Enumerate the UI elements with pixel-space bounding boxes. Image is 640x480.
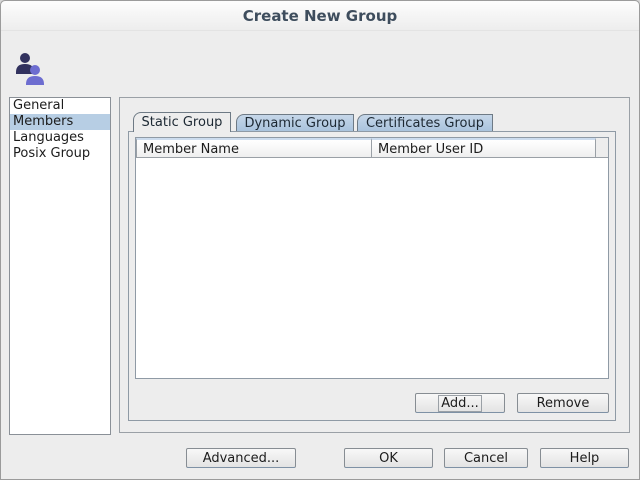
tab-certificates-group[interactable]: Certificates Group bbox=[357, 114, 493, 131]
dialog-titlebar: Create New Group bbox=[1, 1, 639, 31]
category-list: General Members Languages Posix Group bbox=[9, 97, 111, 435]
ok-button[interactable]: OK bbox=[344, 448, 433, 468]
create-new-group-dialog: Create New Group General Members Languag… bbox=[0, 0, 640, 480]
remove-member-button[interactable]: Remove bbox=[517, 393, 609, 413]
category-item-members[interactable]: Members bbox=[10, 114, 110, 130]
create-group-icon bbox=[14, 51, 46, 87]
members-table-body[interactable] bbox=[136, 158, 608, 378]
column-header-member-user-id[interactable]: Member User ID bbox=[372, 138, 596, 158]
members-table-header: Member Name Member User ID bbox=[136, 138, 608, 158]
cancel-button[interactable]: Cancel bbox=[444, 448, 528, 468]
category-item-posix-group[interactable]: Posix Group bbox=[10, 146, 110, 162]
add-member-button[interactable]: Add... bbox=[415, 393, 505, 413]
dialog-title: Create New Group bbox=[243, 7, 398, 25]
add-member-button-label: Add... bbox=[438, 395, 482, 412]
help-button[interactable]: Help bbox=[540, 448, 629, 468]
table-header-corner bbox=[596, 138, 608, 158]
category-item-general[interactable]: General bbox=[10, 98, 110, 114]
static-group-tab-panel: Member Name Member User ID Add... Remove bbox=[128, 131, 616, 421]
category-item-languages[interactable]: Languages bbox=[10, 130, 110, 146]
tab-static-group[interactable]: Static Group bbox=[133, 112, 231, 132]
column-header-member-name[interactable]: Member Name bbox=[136, 138, 372, 158]
tab-dynamic-group[interactable]: Dynamic Group bbox=[236, 114, 354, 131]
advanced-button[interactable]: Advanced... bbox=[186, 448, 296, 468]
members-table: Member Name Member User ID bbox=[135, 137, 609, 379]
